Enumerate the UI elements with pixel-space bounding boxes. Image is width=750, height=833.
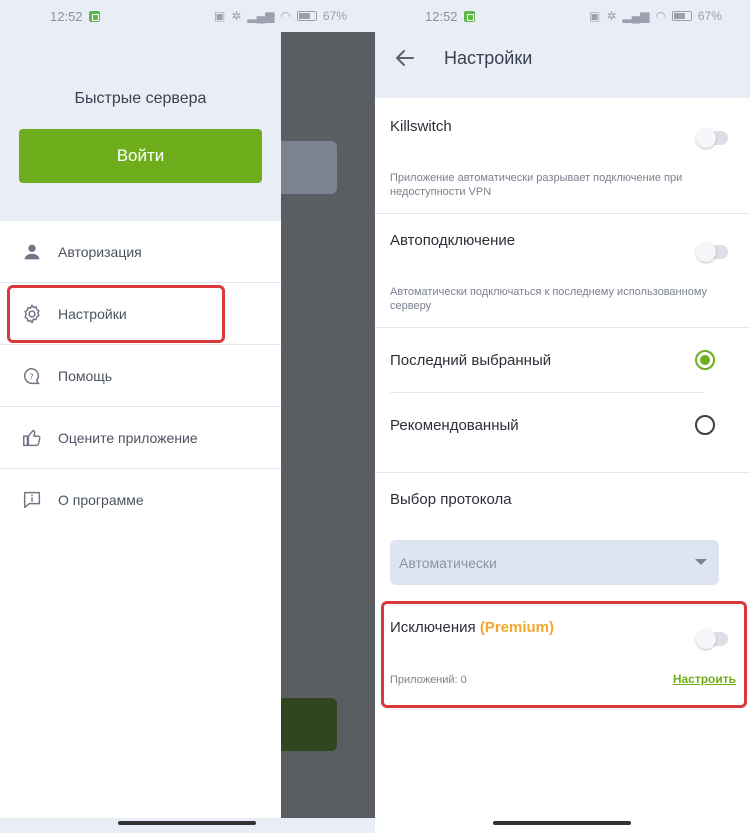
status-bar-right: 12:52 ▣ ✲ ▂▄▆ ◠ 67% <box>375 0 750 32</box>
menu-item-rate-app[interactable]: Оцените приложение <box>0 407 281 469</box>
home-indicator-left[interactable] <box>118 821 256 825</box>
app-notification-icon <box>463 10 475 22</box>
navigation-drawer: Быстрые сервера Войти Авторизация Настро… <box>0 32 281 818</box>
battery-icon <box>296 11 317 21</box>
status-right-group: ▣ ✲ ▂▄▆ ◠ 67% <box>589 9 722 23</box>
exclusions-highlight-frame <box>381 601 747 708</box>
settings-status-icon: ✲ <box>231 9 242 23</box>
status-time: 12:52 <box>50 8 83 24</box>
killswitch-toggle[interactable] <box>696 128 728 148</box>
chevron-down-icon <box>695 559 707 565</box>
login-button[interactable]: Войти <box>19 129 262 183</box>
signal-icon: ▂▄▆ <box>247 9 275 23</box>
thumbs-up-icon <box>20 426 44 450</box>
status-bar-left: 12:52 ▣ ✲ ▂▄▆ ◠ 67% <box>0 0 375 32</box>
nfc-icon: ▣ <box>589 9 601 23</box>
status-left-group: 12:52 <box>425 9 475 24</box>
right-screen: 12:52 ▣ ✲ ▂▄▆ ◠ 67% Настройки Killswitch… <box>375 0 750 833</box>
killswitch-title: Killswitch <box>390 118 452 135</box>
status-time: 12:52 <box>425 8 458 24</box>
user-icon <box>20 240 44 264</box>
last-selected-radio[interactable] <box>695 350 715 370</box>
radio-divider <box>390 392 705 393</box>
menu-item-help[interactable]: ? Помощь <box>0 345 281 407</box>
protocol-title: Выбор протокола <box>390 491 512 508</box>
status-left-group: 12:52 <box>50 9 100 24</box>
protocol-select[interactable]: Автоматически <box>390 540 719 585</box>
wifi-icon: ◠ <box>280 9 291 23</box>
menu-item-label: Оцените приложение <box>58 429 198 446</box>
recommended-radio[interactable] <box>695 415 715 435</box>
nfc-icon: ▣ <box>214 9 226 23</box>
killswitch-description: Приложение автоматически разрывает подкл… <box>390 172 683 198</box>
autoconnect-toggle[interactable] <box>696 242 728 262</box>
scrim-ghost-button <box>281 141 337 194</box>
settings-status-icon: ✲ <box>606 9 617 23</box>
scrim-ghost-connect-button <box>281 698 337 751</box>
drawer-title: Быстрые сервера <box>74 90 207 107</box>
menu-item-label: Авторизация <box>58 243 142 260</box>
menu-item-label: Помощь <box>58 367 113 384</box>
server-choice-section: Последний выбранный Рекомендованный <box>375 328 750 473</box>
page-title: Настройки <box>444 48 533 68</box>
battery-icon <box>671 11 692 21</box>
signal-icon: ▂▄▆ <box>622 9 650 23</box>
info-chat-icon <box>20 488 44 512</box>
protocol-selected-value: Автоматически <box>399 555 497 571</box>
menu-item-about[interactable]: О программе <box>0 469 281 531</box>
drawer-header: Быстрые сервера Войти <box>0 32 281 221</box>
killswitch-section: Killswitch Приложение автоматически разр… <box>375 98 750 214</box>
autoconnect-description: Автоматически подключаться к последнему … <box>390 286 708 312</box>
help-chat-icon: ? <box>20 364 44 388</box>
settings-highlight-frame <box>7 285 225 343</box>
status-right-group: ▣ ✲ ▂▄▆ ◠ 67% <box>214 9 347 23</box>
last-selected-label[interactable]: Последний выбранный <box>390 352 551 369</box>
menu-item-label: О программе <box>58 492 144 508</box>
left-screen: 12:52 ▣ ✲ ▂▄▆ ◠ 67% Быстрые сервера Войт… <box>0 0 375 833</box>
wifi-icon: ◠ <box>655 9 666 23</box>
battery-percent: 67% <box>322 9 347 23</box>
home-indicator-right[interactable] <box>493 821 631 825</box>
menu-item-authorization[interactable]: Авторизация <box>0 221 281 283</box>
autoconnect-title: Автоподключение <box>390 232 516 249</box>
back-arrow-icon[interactable] <box>393 46 417 70</box>
autoconnect-section: Автоподключение Автоматически подключать… <box>375 214 750 328</box>
app-notification-icon <box>88 10 100 22</box>
recommended-label[interactable]: Рекомендованный <box>390 417 519 434</box>
svg-text:?: ? <box>29 371 33 381</box>
battery-percent: 67% <box>697 9 722 23</box>
